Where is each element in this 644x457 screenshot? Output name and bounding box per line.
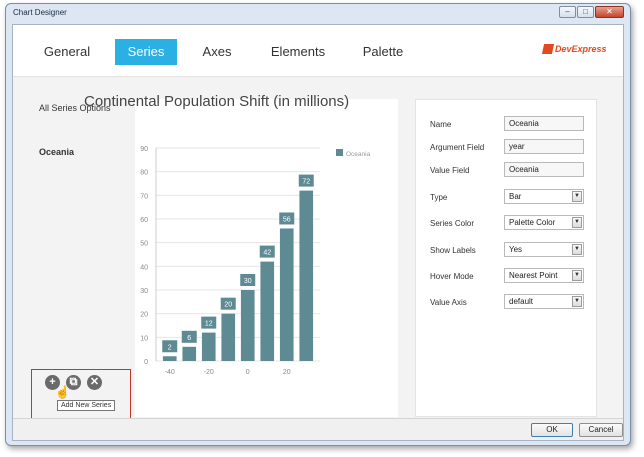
bar [299, 190, 314, 361]
x-tick-label: 20 [283, 369, 291, 376]
ok-button[interactable]: OK [531, 423, 573, 437]
maximize-button[interactable]: □ [577, 6, 594, 18]
value-axis-select[interactable]: default ▼ [504, 294, 584, 309]
property-row-argument-field: Argument Field year [416, 139, 598, 157]
select-value: Palette Color [509, 218, 556, 227]
series-toolbar: + ⧉ ✕ [45, 375, 102, 390]
y-tick-label: 40 [140, 264, 148, 271]
data-label: 12 [205, 321, 213, 328]
series-properties-panel: Name Oceania Argument Field year Value F… [415, 99, 597, 417]
data-label: 30 [244, 278, 252, 285]
bar [201, 332, 216, 361]
series-color-select[interactable]: Palette Color ▼ [504, 215, 584, 230]
y-tick-label: 90 [140, 146, 148, 153]
hand-cursor-icon: ☝ [55, 385, 70, 399]
devexpress-logo: DevExpress [541, 44, 607, 54]
property-label: Argument Field [430, 143, 485, 152]
property-row-value-field: Value Field Oceania [416, 162, 598, 180]
legend-swatch [336, 149, 343, 156]
data-label: 6 [187, 335, 191, 342]
cancel-button[interactable]: Cancel [579, 423, 623, 437]
chevron-down-icon[interactable]: ▼ [572, 296, 582, 307]
dialog-footer: OK Cancel [13, 418, 623, 440]
data-label: 20 [224, 302, 232, 309]
y-tick-label: 80 [140, 170, 148, 177]
bar [260, 261, 275, 361]
show-labels-select[interactable]: Yes ▼ [504, 242, 584, 257]
property-label: Type [430, 193, 448, 202]
property-label: Value Axis [430, 298, 467, 307]
minimize-button[interactable]: – [559, 6, 576, 18]
y-tick-label: 0 [144, 359, 148, 366]
bar [182, 346, 197, 361]
tab-general[interactable]: General [39, 39, 95, 65]
data-label: 2 [168, 344, 172, 351]
devexpress-logo-icon [541, 44, 555, 54]
value-field-input[interactable]: Oceania [504, 162, 584, 177]
select-value: Yes [509, 245, 523, 254]
logo-text: DevExpress [555, 44, 607, 54]
property-row-series-color: Series Color Palette Color ▼ [416, 215, 598, 233]
title-bar: Chart Designer – □ ✕ [6, 4, 630, 24]
select-value: Bar [509, 192, 522, 201]
close-button[interactable]: ✕ [595, 6, 624, 18]
sidebar-item-oceania[interactable]: Oceania [39, 146, 129, 159]
bar [240, 290, 255, 361]
tab-palette[interactable]: Palette [357, 39, 409, 65]
property-row-show-labels: Show Labels Yes ▼ [416, 242, 598, 260]
tab-axes[interactable]: Axes [197, 39, 237, 65]
argument-field-input[interactable]: year [504, 139, 584, 154]
tab-series[interactable]: Series [115, 39, 177, 65]
window-controls: – □ ✕ [559, 6, 624, 18]
series-list-panel: All Series Options Oceania [13, 78, 133, 418]
property-label: Value Field [430, 166, 470, 175]
y-tick-label: 10 [140, 335, 148, 342]
x-tick-label: -40 [165, 369, 175, 376]
data-label: 42 [263, 250, 271, 257]
x-tick-label: 0 [246, 369, 250, 376]
type-select[interactable]: Bar ▼ [504, 189, 584, 204]
y-tick-label: 20 [140, 312, 148, 319]
remove-circle-icon[interactable]: ✕ [87, 375, 102, 390]
x-tick-label: -20 [204, 369, 214, 376]
chevron-down-icon[interactable]: ▼ [572, 270, 582, 281]
bar [279, 228, 294, 361]
bar [221, 313, 236, 361]
property-label: Series Color [430, 219, 475, 228]
add-series-tooltip: Add New Series [57, 400, 116, 411]
property-label: Hover Mode [430, 272, 474, 281]
property-label: Show Labels [430, 246, 476, 255]
y-tick-label: 50 [140, 241, 148, 248]
legend-label: Oceania [346, 151, 371, 158]
y-tick-label: 70 [140, 193, 148, 200]
property-row-value-axis: Value Axis default ▼ [416, 294, 598, 312]
name-field[interactable]: Oceania [504, 116, 584, 131]
property-row-name: Name Oceania [416, 116, 598, 134]
top-navigation: General Series Axes Elements Palette Dev… [13, 25, 623, 77]
chevron-down-icon[interactable]: ▼ [572, 217, 582, 228]
tab-elements[interactable]: Elements [265, 39, 331, 65]
bar [162, 356, 177, 361]
property-label: Name [430, 120, 452, 129]
property-row-hover-mode: Hover Mode Nearest Point ▼ [416, 268, 598, 286]
select-value: default [509, 297, 534, 306]
property-row-type: Type Bar ▼ [416, 189, 598, 207]
select-value: Nearest Point [509, 271, 558, 280]
data-label: 56 [283, 216, 291, 223]
chart-plot: 0 10 20 30 40 50 60 70 80 90 2 6 12 20 30 42 56 72 -40 -20 0… [140, 146, 371, 376]
data-label: 72 [302, 179, 310, 186]
chart-title: Continental Population Shift (in million… [84, 93, 350, 110]
chevron-down-icon[interactable]: ▼ [572, 191, 582, 202]
chevron-down-icon[interactable]: ▼ [572, 244, 582, 255]
y-tick-label: 60 [140, 217, 148, 224]
window-title: Chart Designer [13, 8, 67, 17]
hover-mode-select[interactable]: Nearest Point ▼ [504, 268, 584, 283]
y-tick-label: 30 [140, 288, 148, 295]
